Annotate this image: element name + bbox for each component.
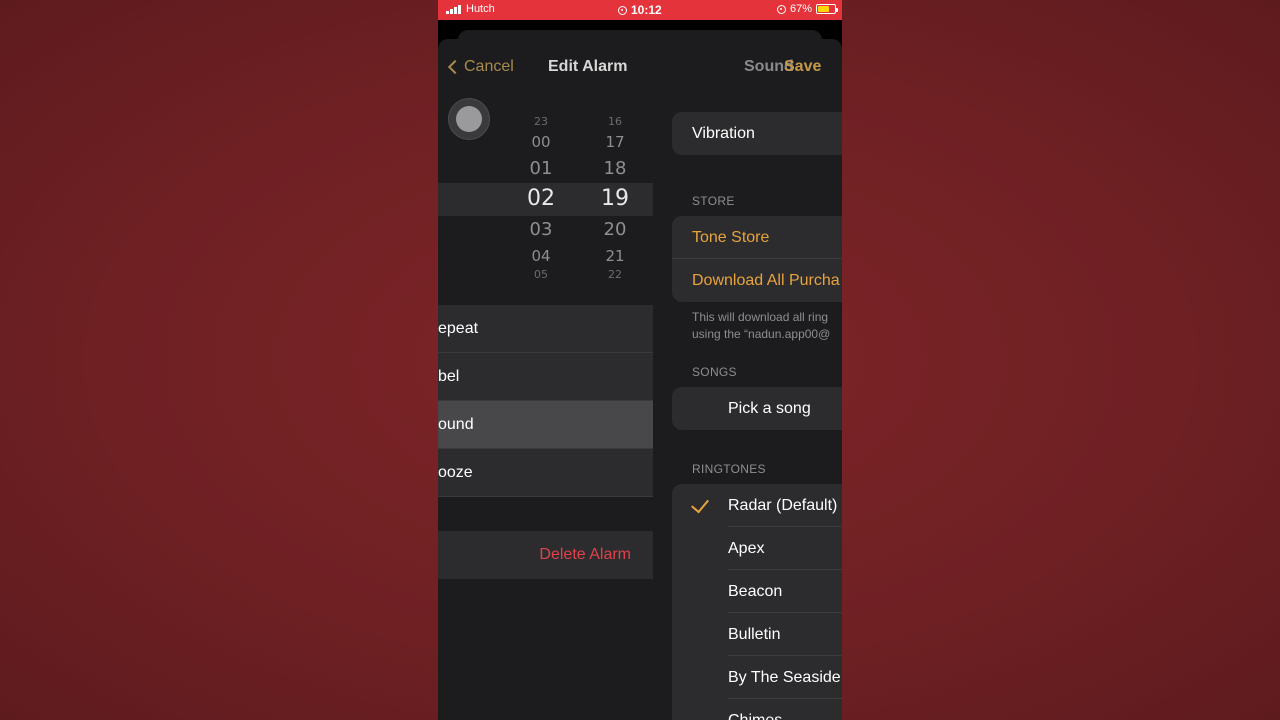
- label-label: bel: [438, 368, 460, 385]
- vibration-row[interactable]: Vibration: [672, 112, 842, 155]
- minute-item: 22: [608, 268, 622, 281]
- ringtones-header: RINGTONES: [692, 462, 766, 476]
- store-note-line: This will download all ring: [692, 310, 829, 324]
- orientation-lock-icon: [776, 4, 786, 14]
- label-row[interactable]: bel: [438, 353, 653, 401]
- ringtone-row[interactable]: Bulletin: [672, 613, 842, 656]
- delete-alarm-label: Delete Alarm: [539, 546, 631, 563]
- vibration-card: Vibration: [672, 112, 842, 155]
- ringtone-label: Beacon: [728, 583, 783, 600]
- hour-item: 01: [529, 158, 553, 179]
- ringtone-row[interactable]: Chimes: [672, 699, 842, 720]
- ringtone-row[interactable]: Beacon: [672, 570, 842, 613]
- ringtone-label: Bulletin: [728, 626, 781, 643]
- battery-icon: [816, 4, 838, 14]
- store-footnote: This will download all ring using the “n…: [692, 309, 842, 343]
- delete-alarm-button[interactable]: Delete Alarm: [438, 531, 653, 579]
- minute-item: 21: [605, 247, 625, 265]
- carrier-name: Hutch: [466, 3, 495, 15]
- hour-item: 04: [531, 247, 551, 265]
- store-header: STORE: [692, 194, 735, 208]
- battery-percent: 67%: [789, 3, 812, 15]
- carrier-group: Hutch: [446, 3, 495, 15]
- sound-panel: Vibration STORE Tone Store Download All …: [672, 39, 842, 720]
- checkmark-icon: [691, 494, 709, 514]
- alarm-options-list: epeat bel ound ooze: [438, 305, 653, 497]
- songs-header: SONGS: [692, 365, 737, 379]
- edit-alarm-sheet: Cancel Edit Alarm Sound Save 23 00 01 02…: [438, 39, 842, 720]
- snooze-row[interactable]: ooze: [438, 449, 653, 497]
- hour-item: 03: [529, 219, 553, 240]
- chevron-left-icon: [447, 59, 463, 75]
- status-bar: Hutch 10:12 67%: [438, 0, 842, 20]
- songs-card: Pick a song: [672, 387, 842, 430]
- vibration-label: Vibration: [692, 125, 755, 142]
- hour-item: 23: [534, 115, 548, 128]
- screen-recording-icon: [618, 5, 627, 15]
- hour-selected: 02: [527, 186, 555, 211]
- hour-item: 00: [531, 133, 551, 151]
- ringtone-label: Radar (Default): [728, 497, 838, 514]
- ringtone-row[interactable]: By The Seaside: [672, 656, 842, 699]
- assistive-touch-button[interactable]: [448, 98, 490, 140]
- sound-row[interactable]: ound: [438, 401, 653, 449]
- repeat-row[interactable]: epeat: [438, 305, 653, 353]
- page-title: Edit Alarm: [548, 58, 628, 75]
- minute-selected: 19: [601, 186, 629, 211]
- snooze-label: ooze: [438, 464, 473, 481]
- ringtone-row[interactable]: Radar (Default): [672, 484, 842, 527]
- signal-icon: [446, 4, 461, 14]
- store-note-line: using the “nadun.app00@: [692, 327, 831, 341]
- ringtones-card: Radar (Default) Apex Beacon Bulletin By …: [672, 484, 842, 720]
- minute-item: 18: [603, 158, 627, 179]
- store-card: Tone Store Download All Purcha: [672, 216, 842, 302]
- ringtone-label: By The Seaside: [728, 669, 841, 686]
- ringtone-row[interactable]: Apex: [672, 527, 842, 570]
- download-all-label: Download All Purcha: [692, 272, 840, 289]
- status-right-group: 67%: [776, 3, 838, 15]
- repeat-label: epeat: [438, 320, 479, 337]
- cancel-label: Cancel: [464, 58, 514, 75]
- ringtone-label: Chimes: [728, 712, 782, 720]
- phone-screen: Hutch 10:12 67% Cancel Edit Alarm Sound …: [438, 0, 842, 720]
- minute-item: 17: [605, 133, 625, 151]
- minute-item: 20: [603, 219, 627, 240]
- ringtone-label: Apex: [728, 540, 765, 557]
- download-all-row[interactable]: Download All Purcha: [672, 259, 842, 302]
- status-time: 10:12: [631, 3, 662, 17]
- tone-store-label: Tone Store: [692, 229, 770, 246]
- status-time-group: 10:12: [618, 3, 662, 17]
- pick-song-label: Pick a song: [728, 400, 811, 417]
- sound-label: ound: [438, 416, 474, 433]
- hour-item: 05: [534, 268, 548, 281]
- cancel-button[interactable]: Cancel: [447, 58, 514, 76]
- pick-song-row[interactable]: Pick a song: [672, 387, 842, 430]
- tone-store-row[interactable]: Tone Store: [672, 216, 842, 259]
- minute-item: 16: [608, 115, 622, 128]
